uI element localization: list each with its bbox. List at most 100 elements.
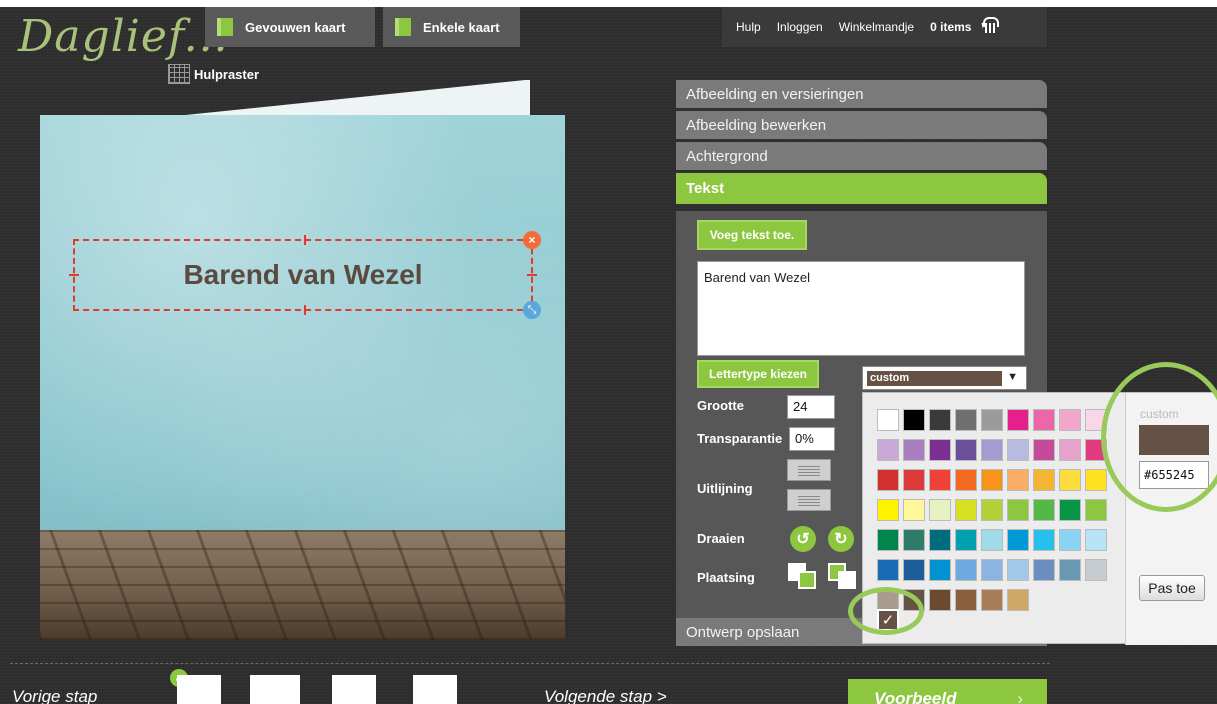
color-swatch[interactable] [1007,409,1029,431]
color-swatch[interactable] [877,499,899,521]
apply-color-button[interactable]: Pas toe [1139,575,1205,601]
tab-gevouwen-kaart[interactable]: Gevouwen kaart [205,7,375,47]
color-swatch[interactable] [877,469,899,491]
login-link[interactable]: Inloggen [777,20,823,34]
color-swatch[interactable] [955,589,977,611]
color-swatch[interactable] [955,499,977,521]
accordion-edit-image[interactable]: Afbeelding bewerken [676,111,1047,139]
color-swatch[interactable] [929,409,951,431]
color-swatch[interactable] [1007,499,1029,521]
color-swatch[interactable] [1007,469,1029,491]
card-front[interactable]: Barend van Wezel × ⤡ [40,115,565,640]
color-swatch[interactable] [903,529,925,551]
color-swatch[interactable] [877,409,899,431]
color-swatch[interactable] [1033,469,1055,491]
align-center-button[interactable] [787,489,831,511]
color-swatch[interactable] [1085,529,1107,551]
color-swatch[interactable] [1059,499,1081,521]
color-swatch[interactable] [1059,439,1081,461]
resize-text-icon[interactable]: ⤡ [523,301,541,319]
color-swatch[interactable] [981,409,1003,431]
color-swatch[interactable] [1033,409,1055,431]
color-swatch[interactable] [955,469,977,491]
color-swatch[interactable] [1033,499,1055,521]
color-swatch[interactable] [1007,529,1029,551]
color-swatch[interactable] [1059,529,1081,551]
transparency-input[interactable]: 0% [789,427,835,451]
accordion-background[interactable]: Achtergrond [676,142,1047,170]
color-swatch[interactable] [929,529,951,551]
add-text-button[interactable]: Voeg tekst toe. [697,220,807,250]
card-text-box[interactable]: Barend van Wezel × ⤡ [69,231,541,319]
color-swatch[interactable] [1033,529,1055,551]
color-swatch[interactable] [955,529,977,551]
next-step-link[interactable]: Volgende stap > [544,687,667,704]
color-swatch[interactable] [903,469,925,491]
color-swatch[interactable] [929,439,951,461]
color-swatch[interactable] [1059,559,1081,581]
color-swatch[interactable] [981,469,1003,491]
color-swatch[interactable] [929,559,951,581]
color-swatch[interactable] [1059,409,1081,431]
size-input[interactable]: 24 [787,395,835,419]
step-thumbnail-4[interactable] [413,675,457,704]
color-select[interactable]: custom ▼ [862,366,1027,390]
grid-toggle[interactable]: Hulpraster [168,64,259,84]
cart-link[interactable]: Winkelmandje [839,20,914,34]
card-text[interactable]: Barend van Wezel [75,241,531,309]
color-swatch[interactable] [1085,469,1107,491]
color-swatch[interactable] [955,409,977,431]
bring-front-icon[interactable] [828,563,858,591]
size-label: Grootte [697,398,744,413]
align-left-button[interactable] [787,459,831,481]
send-back-icon[interactable] [788,563,818,591]
delete-text-icon[interactable]: × [523,231,541,249]
color-swatch[interactable] [1059,469,1081,491]
preview-button[interactable]: Voorbeeld › [848,679,1047,704]
color-swatch[interactable] [1033,559,1055,581]
color-swatch[interactable] [1007,439,1029,461]
step-thumbnail-1[interactable] [177,675,221,704]
color-swatch[interactable] [929,469,951,491]
color-swatch[interactable] [929,499,951,521]
basket-icon[interactable] [979,17,1000,33]
color-swatch[interactable] [929,589,951,611]
step-thumbnail-2[interactable] [250,675,300,704]
accordion-label: Afbeelding en versieringen [686,85,864,103]
accordion-text[interactable]: Tekst [676,173,1047,204]
color-swatch[interactable] [1007,589,1029,611]
color-swatch[interactable] [877,529,899,551]
help-link[interactable]: Hulp [736,20,761,34]
color-swatch[interactable] [981,529,1003,551]
step-thumbnail-3[interactable] [332,675,376,704]
color-swatch[interactable] [903,409,925,431]
color-swatch[interactable] [877,559,899,581]
color-swatch[interactable] [903,439,925,461]
color-swatch[interactable] [955,439,977,461]
color-swatch[interactable] [1033,439,1055,461]
color-swatch[interactable] [1007,559,1029,581]
color-swatch[interactable] [877,439,899,461]
rotate-label: Draaien [697,531,745,546]
daglief-logo[interactable]: Daglief... [10,7,228,73]
color-swatch[interactable] [903,559,925,581]
previous-step-link[interactable]: Vorige stap [12,687,97,704]
single-card-icon [395,18,411,36]
color-select-value: custom [867,371,1002,386]
color-swatch[interactable] [981,559,1003,581]
choose-font-button[interactable]: Lettertype kiezen [697,360,819,388]
color-swatch[interactable] [981,589,1003,611]
tab-enkele-kaart[interactable]: Enkele kaart [383,7,520,47]
color-swatch[interactable] [981,439,1003,461]
color-swatch[interactable] [1085,499,1107,521]
color-swatch[interactable] [1085,559,1107,581]
color-swatch[interactable] [955,559,977,581]
color-swatch[interactable] [903,499,925,521]
wooden-floor-image [40,530,565,640]
text-input[interactable]: Barend van Wezel [697,261,1025,356]
color-swatch[interactable] [981,499,1003,521]
cart-count[interactable]: 0 items [930,20,971,34]
rotate-left-icon[interactable]: ↺ [790,526,816,552]
accordion-images-decorations[interactable]: Afbeelding en versieringen [676,80,1047,108]
rotate-right-icon[interactable]: ↻ [828,526,854,552]
